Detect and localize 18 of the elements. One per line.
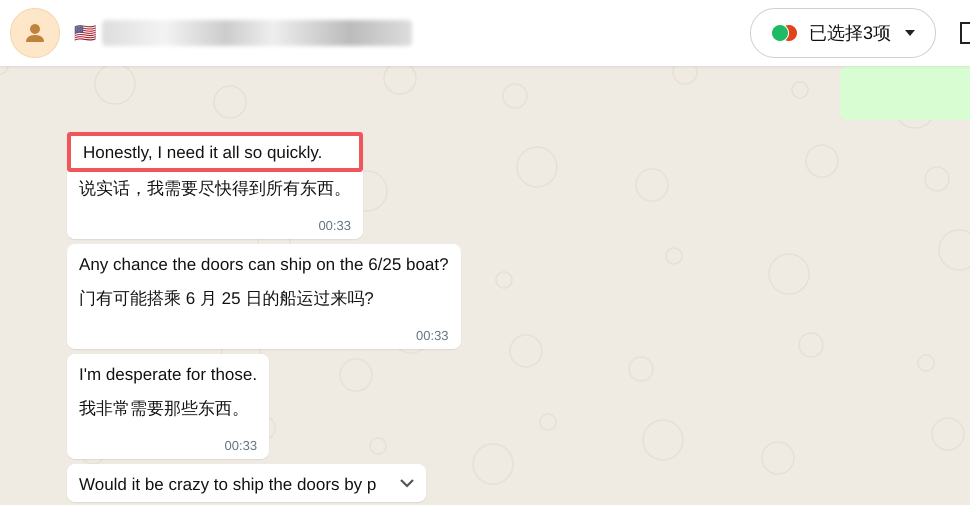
- translated-text: 说实话，我需要尽快得到所有东西。: [79, 178, 351, 200]
- highlighted-message-text: Honestly, I need it all so quickly.: [67, 132, 363, 172]
- message-text: Any chance the doors can ship on the 6/25 boat?: [79, 254, 449, 276]
- flag-emoji: 🇺🇸: [74, 22, 96, 44]
- contact-avatar[interactable]: [10, 8, 60, 58]
- translated-text: 我非常需要那些东西。: [79, 398, 250, 420]
- person-icon: [24, 22, 46, 44]
- message-time: 00:33: [416, 328, 449, 343]
- message-time: 00:33: [318, 218, 351, 233]
- message-text: I'm desperate for those.: [79, 364, 258, 386]
- caret-icon: [905, 30, 915, 36]
- window-icon[interactable]: [960, 22, 970, 44]
- language-filter-button[interactable]: 已选择3项: [750, 8, 936, 58]
- message-time: 00:33: [224, 438, 258, 453]
- chevron-down-icon[interactable]: [400, 478, 414, 488]
- message-text: Would it be crazy to ship the doors by p: [79, 474, 376, 496]
- translated-text: 门有可能搭乘 6 月 25 日的船运过来吗?: [79, 288, 375, 310]
- two-dots-icon: [771, 24, 799, 42]
